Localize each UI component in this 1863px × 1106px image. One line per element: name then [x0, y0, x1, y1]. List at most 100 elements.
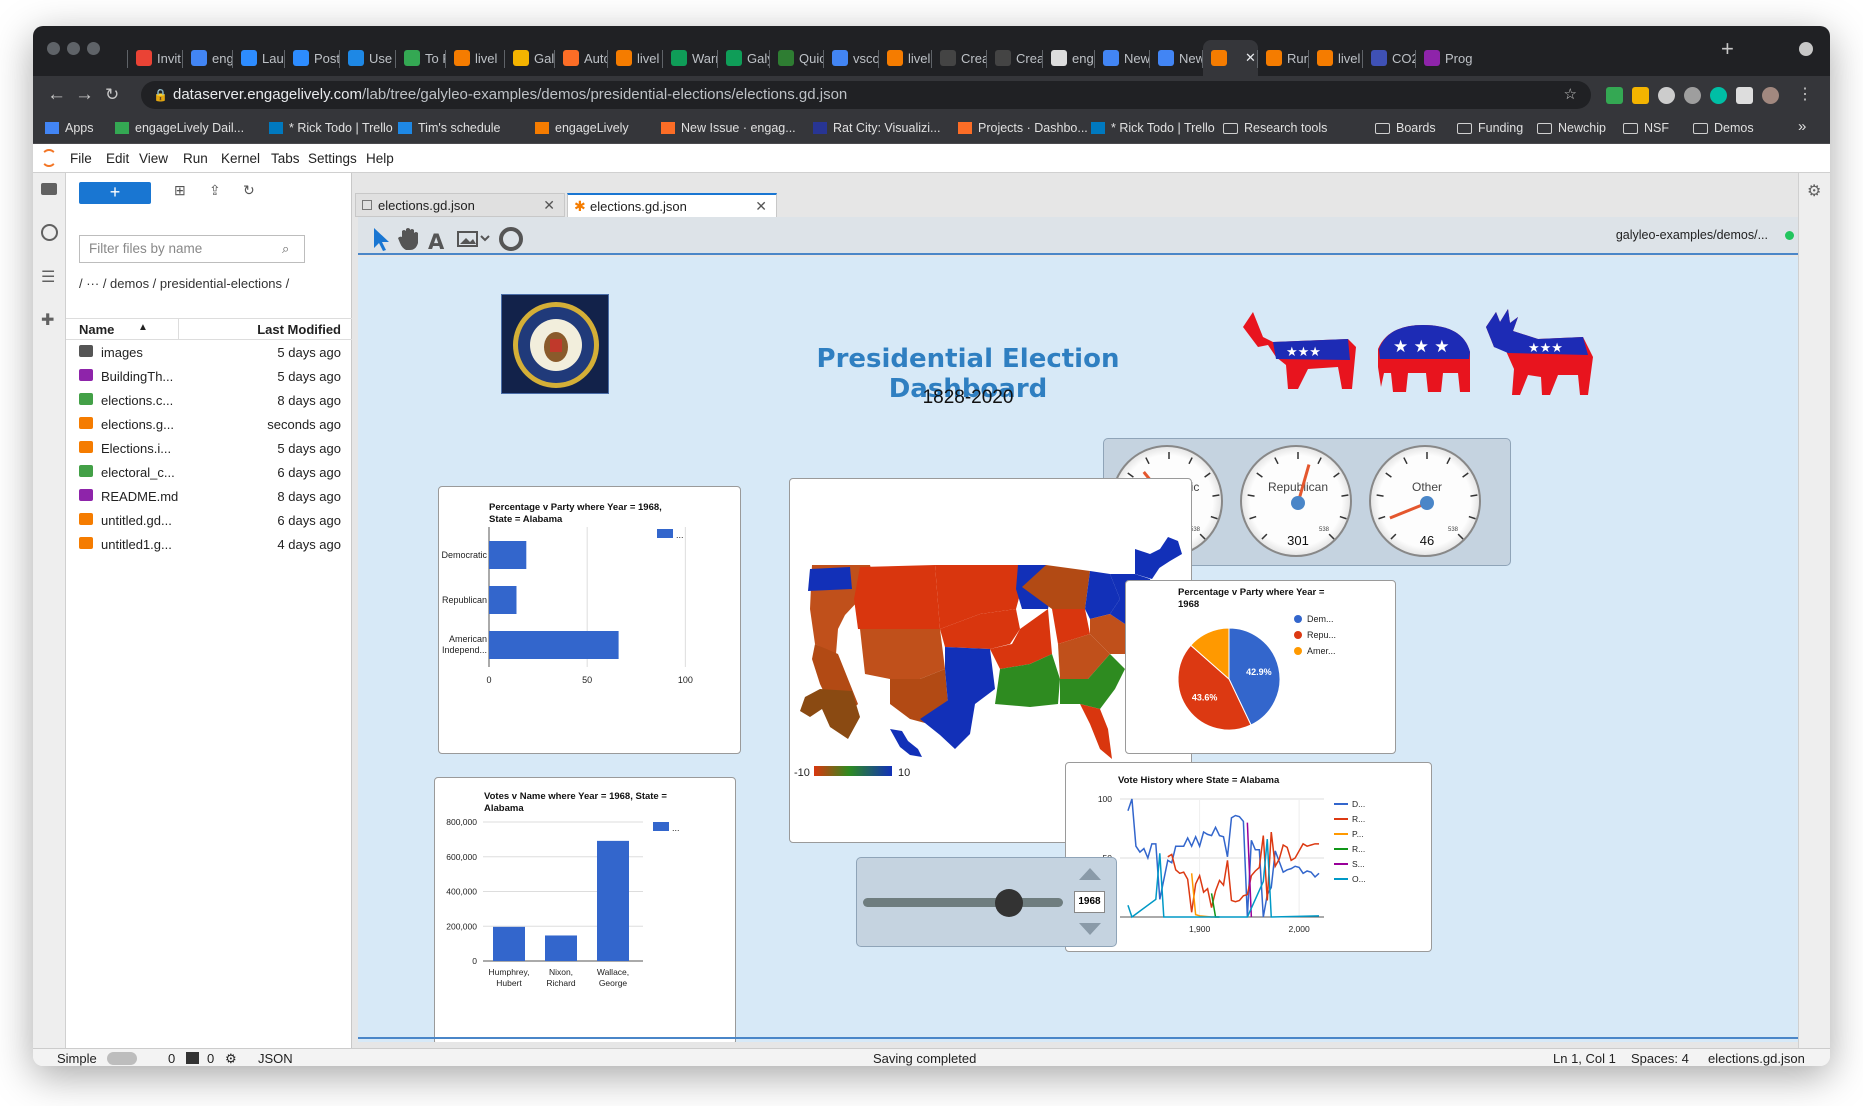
- file-row[interactable]: README.md 8 days ago: [66, 484, 352, 508]
- modified-column-header[interactable]: Last Modified: [257, 322, 341, 337]
- decrement-arrow-icon[interactable]: [1079, 923, 1101, 935]
- file-row[interactable]: untitled1.g... 4 days ago: [66, 532, 352, 556]
- simple-mode-toggle[interactable]: [107, 1052, 137, 1065]
- address-bar[interactable]: 🔒 dataserver.engagelively.com/lab/tree/g…: [141, 81, 1591, 109]
- help-lifebuoy-icon[interactable]: [499, 227, 523, 251]
- more-bookmarks-icon[interactable]: »: [1798, 118, 1806, 135]
- file-filter-input[interactable]: Filter files by name: [79, 235, 305, 263]
- browser-tab[interactable]: Galy: [505, 40, 555, 76]
- extension-icon[interactable]: [1710, 87, 1727, 104]
- menu-file[interactable]: File: [70, 151, 92, 166]
- browser-tab[interactable]: Galy: [718, 40, 770, 76]
- menu-edit[interactable]: Edit: [106, 151, 129, 166]
- bookmark-item[interactable]: Tim's schedule: [398, 121, 501, 135]
- close-tab-icon[interactable]: ✕: [1245, 50, 1256, 66]
- browser-tab[interactable]: Crea: [987, 40, 1043, 76]
- browser-tab[interactable]: Crea: [932, 40, 987, 76]
- browser-tab[interactable]: ✕: [1203, 40, 1258, 76]
- browser-menu-icon[interactable]: ⋮: [1797, 84, 1813, 104]
- menu-help[interactable]: Help: [366, 151, 394, 166]
- menu-view[interactable]: View: [139, 151, 168, 166]
- file-row[interactable]: BuildingTh... 5 days ago: [66, 364, 352, 388]
- text-tool-icon[interactable]: A: [428, 230, 445, 254]
- browser-tab[interactable]: New: [1095, 40, 1150, 76]
- bookmark-item[interactable]: * Rick Todo | Trello: [269, 121, 393, 135]
- bookmark-item[interactable]: Demos: [1693, 121, 1754, 135]
- bookmark-item[interactable]: Projects · Dashbo...: [958, 121, 1088, 135]
- year-value-box[interactable]: 1968: [1074, 891, 1105, 913]
- property-inspector-gear-icon[interactable]: ⚙: [1807, 181, 1821, 201]
- browser-tab[interactable]: livel: [879, 40, 932, 76]
- extension-icon[interactable]: [1658, 87, 1675, 104]
- close-tab-icon[interactable]: ✕: [543, 197, 555, 214]
- browser-tab[interactable]: Warr: [663, 40, 718, 76]
- bookmark-item[interactable]: Newchip: [1537, 121, 1606, 135]
- forward-icon[interactable]: →: [75, 84, 94, 106]
- tab-search-icon[interactable]: [1799, 42, 1813, 56]
- breadcrumb[interactable]: / ··· / demos / presidential-elections /: [79, 275, 319, 293]
- bookmark-item[interactable]: Boards: [1375, 121, 1436, 135]
- bookmark-item[interactable]: New Issue · engag...: [661, 121, 796, 135]
- bar[interactable]: [489, 631, 619, 659]
- series-line[interactable]: [1190, 873, 1220, 918]
- browser-tab[interactable]: Post: [285, 40, 340, 76]
- browser-tab[interactable]: Prog: [1416, 40, 1473, 76]
- pointer-tool-icon[interactable]: [374, 228, 389, 251]
- notes-extension-icon[interactable]: [1632, 87, 1649, 104]
- cursor-position[interactable]: Ln 1, Col 1: [1553, 1051, 1616, 1066]
- indent-spaces[interactable]: Spaces: 4: [1631, 1051, 1689, 1066]
- tab-elections-json-text[interactable]: elections.gd.json ✕: [355, 193, 565, 217]
- hand-tool-icon[interactable]: [398, 228, 418, 250]
- menu-run[interactable]: Run: [183, 151, 208, 166]
- browser-tab[interactable]: Use: [340, 40, 396, 76]
- close-tab-icon[interactable]: ✕: [755, 198, 767, 215]
- bookmark-item[interactable]: * Rick Todo | Trello: [1091, 121, 1215, 135]
- browser-tab[interactable]: Quic: [770, 40, 824, 76]
- file-row[interactable]: electoral_c... 6 days ago: [66, 460, 352, 484]
- sort-ascending-icon[interactable]: ▲: [138, 322, 148, 333]
- browser-tab[interactable]: livel: [608, 40, 663, 76]
- name-column-header[interactable]: Name: [79, 322, 114, 337]
- file-row[interactable]: Elections.i... 5 days ago: [66, 436, 352, 460]
- menu-tabs[interactable]: Tabs: [271, 151, 300, 166]
- browser-tab[interactable]: Invit: [128, 40, 183, 76]
- bookmark-item[interactable]: Apps: [45, 121, 94, 135]
- extension-icon[interactable]: [1684, 87, 1701, 104]
- bar[interactable]: [545, 935, 577, 961]
- bar[interactable]: [493, 926, 525, 961]
- reload-icon[interactable]: ↻: [105, 84, 119, 106]
- browser-tab[interactable]: livel: [1309, 40, 1363, 76]
- browser-tab[interactable]: vsco: [824, 40, 879, 76]
- bookmark-item[interactable]: engageLively: [535, 121, 629, 135]
- new-launcher-button[interactable]: +: [79, 182, 151, 204]
- file-row[interactable]: elections.c... 8 days ago: [66, 388, 352, 412]
- bookmark-item[interactable]: NSF: [1623, 121, 1669, 135]
- minimize-window-button[interactable]: [67, 42, 80, 55]
- browser-tab[interactable]: New: [1150, 40, 1203, 76]
- table-of-contents-icon[interactable]: ☰: [41, 267, 55, 287]
- file-row[interactable]: images 5 days ago: [66, 340, 352, 364]
- bookmark-item[interactable]: Funding: [1457, 121, 1523, 135]
- image-tool-icon[interactable]: [457, 231, 490, 247]
- browser-tab[interactable]: eng: [1043, 40, 1095, 76]
- extensions-puzzle-icon[interactable]: ✚: [41, 310, 54, 330]
- bookmark-item[interactable]: Research tools: [1223, 121, 1327, 135]
- bar[interactable]: [489, 586, 517, 614]
- browser-tab[interactable]: Laun: [233, 40, 285, 76]
- upload-icon[interactable]: ⇪: [209, 182, 221, 199]
- slider-track[interactable]: [863, 898, 1063, 907]
- settings-gear-icon[interactable]: ⚙: [225, 1051, 237, 1066]
- close-window-button[interactable]: [47, 42, 60, 55]
- menu-kernel[interactable]: Kernel: [221, 151, 260, 166]
- profile-avatar[interactable]: [1762, 87, 1779, 104]
- slider-knob[interactable]: [994, 889, 1023, 917]
- running-icon[interactable]: [41, 224, 58, 241]
- browser-tab[interactable]: To P: [396, 40, 446, 76]
- new-tab-button[interactable]: +: [1721, 36, 1734, 62]
- increment-arrow-icon[interactable]: [1079, 868, 1101, 880]
- bookmark-item[interactable]: engageLively Dail...: [115, 121, 244, 135]
- browser-tab[interactable]: Auto: [555, 40, 608, 76]
- tab-elections-dashboard[interactable]: ✱ elections.gd.json ✕: [567, 193, 777, 217]
- new-folder-icon[interactable]: ⊞: [174, 182, 186, 199]
- back-icon[interactable]: ←: [47, 84, 66, 106]
